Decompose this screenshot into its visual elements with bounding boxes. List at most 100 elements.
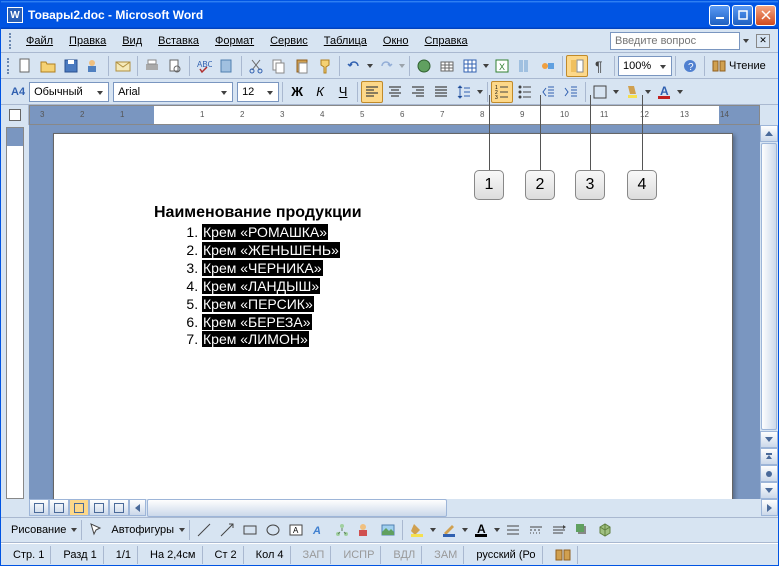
redo-drop[interactable] [398, 64, 406, 68]
scroll-left-button[interactable] [129, 499, 146, 516]
copy-button[interactable] [268, 55, 290, 77]
line-spacing-button[interactable] [453, 81, 475, 103]
bullet-list-button[interactable] [514, 81, 536, 103]
font-color-button[interactable]: A [653, 81, 675, 103]
menu-help[interactable]: Справка [417, 33, 474, 49]
next-page-button[interactable] [760, 482, 778, 499]
outline-view-button[interactable] [89, 499, 109, 516]
paste-button[interactable] [291, 55, 313, 77]
line-color-drop[interactable] [461, 528, 469, 532]
text-color-drop[interactable] [493, 528, 501, 532]
fill-color-button[interactable] [406, 519, 428, 541]
spellcheck-button[interactable]: ABC [193, 55, 215, 77]
document-area[interactable]: Наименование продукции Крем «РОМАШКА»Кре… [29, 125, 760, 499]
save-button[interactable] [60, 55, 82, 77]
line-style-button[interactable] [502, 519, 524, 541]
weblayout-view-button[interactable] [49, 499, 69, 516]
columns-button[interactable] [514, 55, 536, 77]
status-trk[interactable]: ИСПР [337, 546, 381, 564]
horizontal-ruler[interactable]: 3211234567891011121314 [29, 105, 760, 125]
italic-button[interactable]: К [309, 81, 331, 103]
bold-button[interactable]: Ж [286, 81, 308, 103]
undo-drop[interactable] [366, 64, 374, 68]
minimize-button[interactable] [709, 5, 730, 26]
menu-service[interactable]: Сервис [263, 33, 315, 49]
status-lang[interactable]: русский (Ро [470, 546, 542, 564]
3d-button[interactable] [594, 519, 616, 541]
clipart-button[interactable] [354, 519, 376, 541]
help-search-drop[interactable] [742, 39, 750, 43]
wordart-button[interactable]: A [308, 519, 330, 541]
horizontal-scrollbar[interactable] [129, 499, 778, 517]
reading-mode-button[interactable]: Чтение [708, 58, 769, 74]
text-color-button[interactable]: A [470, 519, 492, 541]
drawing-button[interactable] [537, 55, 559, 77]
oval-button[interactable] [262, 519, 284, 541]
menubar-close-icon[interactable]: ✕ [756, 34, 770, 48]
hyperlink-button[interactable] [413, 55, 435, 77]
format-painter-button[interactable] [314, 55, 336, 77]
borders-button[interactable] [589, 81, 611, 103]
increase-indent-button[interactable] [560, 81, 582, 103]
open-button[interactable] [37, 55, 59, 77]
menu-file[interactable]: Файл [19, 33, 60, 49]
redo-button[interactable] [375, 55, 397, 77]
diagram-button[interactable] [331, 519, 353, 541]
menu-format[interactable]: Формат [208, 33, 261, 49]
new-doc-button[interactable] [14, 55, 36, 77]
browse-object-button[interactable] [760, 465, 778, 482]
status-ext[interactable]: ВДЛ [387, 546, 422, 564]
preview-button[interactable] [164, 55, 186, 77]
email-button[interactable] [112, 55, 134, 77]
show-marks-button[interactable]: ¶ [589, 55, 611, 77]
maximize-button[interactable] [732, 5, 753, 26]
status-ovr[interactable]: ЗАМ [428, 546, 464, 564]
menu-insert[interactable]: Вставка [151, 33, 206, 49]
status-rec[interactable]: ЗАП [297, 546, 332, 564]
doc-map-button[interactable] [566, 55, 588, 77]
align-left-button[interactable] [361, 81, 383, 103]
zoom-combo[interactable]: 100% [618, 56, 672, 76]
line-spacing-drop[interactable] [476, 90, 484, 94]
dash-style-button[interactable] [525, 519, 547, 541]
status-book-icon[interactable] [549, 546, 578, 564]
normal-view-button[interactable] [29, 499, 49, 516]
picture-button[interactable] [377, 519, 399, 541]
shadow-button[interactable] [571, 519, 593, 541]
font-color-drop[interactable] [676, 90, 684, 94]
highlight-drop[interactable] [644, 90, 652, 94]
drawing-drop[interactable] [70, 528, 78, 532]
textbox-button[interactable]: A [285, 519, 307, 541]
menu-edit[interactable]: Правка [62, 33, 113, 49]
help-button[interactable]: ? [679, 55, 701, 77]
fill-color-drop[interactable] [429, 528, 437, 532]
select-objects-button[interactable] [85, 519, 107, 541]
decrease-indent-button[interactable] [537, 81, 559, 103]
menu-view[interactable]: Вид [115, 33, 149, 49]
scroll-up-button[interactable] [760, 125, 778, 142]
research-button[interactable] [216, 55, 238, 77]
rectangle-button[interactable] [239, 519, 261, 541]
menu-window[interactable]: Окно [376, 33, 416, 49]
line-button[interactable] [193, 519, 215, 541]
align-center-button[interactable] [384, 81, 406, 103]
numbered-list-button[interactable]: 123 [491, 81, 513, 103]
align-justify-button[interactable] [430, 81, 452, 103]
reading-view-button[interactable] [109, 499, 129, 516]
scroll-thumb[interactable] [761, 143, 777, 430]
drawing-menu[interactable]: Рисование [8, 524, 69, 536]
vertical-ruler[interactable] [6, 127, 24, 499]
prev-page-button[interactable] [760, 448, 778, 465]
help-search-input[interactable] [610, 32, 740, 50]
size-combo[interactable]: 12 [237, 82, 279, 102]
autoshapes-menu[interactable]: Автофигуры [108, 524, 177, 536]
close-button[interactable] [755, 5, 776, 26]
line-color-button[interactable] [438, 519, 460, 541]
permissions-button[interactable] [83, 55, 105, 77]
underline-button[interactable]: Ч [332, 81, 354, 103]
align-right-button[interactable] [407, 81, 429, 103]
insert-table-button[interactable] [459, 55, 481, 77]
cut-button[interactable] [245, 55, 267, 77]
vertical-scrollbar[interactable] [760, 125, 778, 499]
arrow-button[interactable] [216, 519, 238, 541]
